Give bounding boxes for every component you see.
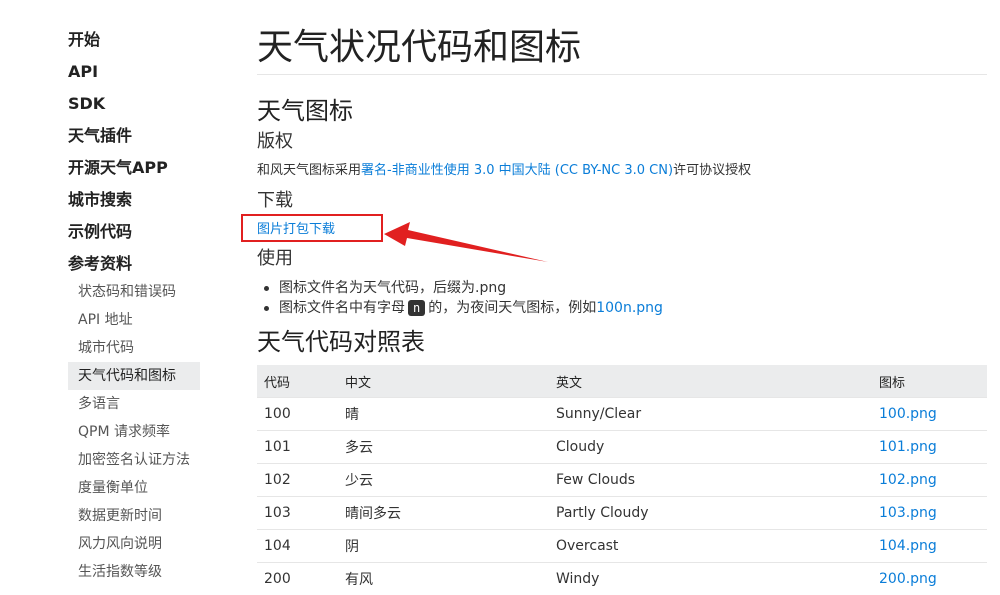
icon-file-link[interactable]: 103.png xyxy=(879,505,937,521)
arrow-shape xyxy=(384,222,548,262)
cell-icon: 104.png xyxy=(872,530,987,563)
example-link[interactable]: 100n.png xyxy=(596,300,663,316)
column-header-english: 英文 xyxy=(549,365,872,398)
nav-item-city-search[interactable]: 城市搜索 xyxy=(68,184,132,216)
cell-icon: 101.png xyxy=(872,431,987,464)
cell-chinese: 多云 xyxy=(338,431,549,464)
copyright-prefix: 和风天气图标采用 xyxy=(257,163,361,178)
title-divider xyxy=(257,74,987,75)
highlight-box xyxy=(241,214,383,242)
nav-item-open-source-app[interactable]: 开源天气APP xyxy=(68,152,168,184)
cell-english: Windy xyxy=(549,563,872,595)
cell-chinese: 晴 xyxy=(338,398,549,431)
icon-file-link[interactable]: 101.png xyxy=(879,439,937,455)
nav-item-reference[interactable]: 参考资料 xyxy=(68,248,132,280)
cell-code: 104 xyxy=(257,530,338,563)
usage-item-1: 图标文件名为天气代码，后缀为.png xyxy=(279,278,663,298)
cell-code: 102 xyxy=(257,464,338,497)
usage-list: 图标文件名为天气代码，后缀为.png 图标文件名中有字母n的，为夜间天气图标，例… xyxy=(279,278,663,318)
cell-code: 103 xyxy=(257,497,338,530)
cell-icon: 102.png xyxy=(872,464,987,497)
cell-icon: 103.png xyxy=(872,497,987,530)
copyright-text: 和风天气图标采用署名-非商业性使用 3.0 中国大陆 (CC BY-NC 3.0… xyxy=(257,161,751,181)
cell-code: 101 xyxy=(257,431,338,464)
cell-english: Partly Cloudy xyxy=(549,497,872,530)
table-row: 102 少云 Few Clouds 102.png xyxy=(257,464,987,497)
license-link[interactable]: 署名-非商业性使用 3.0 中国大陆 (CC BY-NC 3.0 CN) xyxy=(361,163,673,178)
cell-english: Overcast xyxy=(549,530,872,563)
cell-code: 200 xyxy=(257,563,338,595)
sub-item-api-address[interactable]: API 地址 xyxy=(68,306,200,334)
sub-item-qpm[interactable]: QPM 请求频率 xyxy=(68,418,200,446)
usage-2-prefix: 图标文件名中有字母 xyxy=(279,300,405,316)
cell-icon: 200.png xyxy=(872,563,987,595)
nav-item-weather-plugin[interactable]: 天气插件 xyxy=(68,120,132,152)
table-row: 103 晴间多云 Partly Cloudy 103.png xyxy=(257,497,987,530)
table-row: 101 多云 Cloudy 101.png xyxy=(257,431,987,464)
sub-item-status-codes[interactable]: 状态码和错误码 xyxy=(68,278,200,306)
icon-file-link[interactable]: 104.png xyxy=(879,538,937,554)
cell-chinese: 阴 xyxy=(338,530,549,563)
icon-file-link[interactable]: 102.png xyxy=(879,472,937,488)
nav-item-sample-code[interactable]: 示例代码 xyxy=(68,216,132,248)
table-row: 100 晴 Sunny/Clear 100.png xyxy=(257,398,987,431)
cell-code: 100 xyxy=(257,398,338,431)
sidebar-nav: 开始 API SDK 天气插件 开源天气APP 城市搜索 示例代码 参考资料 状… xyxy=(0,0,210,580)
red-arrow-annotation xyxy=(380,220,550,270)
column-header-code: 代码 xyxy=(257,365,338,398)
cell-english: Cloudy xyxy=(549,431,872,464)
cell-english: Few Clouds xyxy=(549,464,872,497)
table-row: 200 有风 Windy 200.png xyxy=(257,563,987,595)
cell-chinese: 晴间多云 xyxy=(338,497,549,530)
nav-item-sdk[interactable]: SDK xyxy=(68,88,105,120)
column-header-chinese: 中文 xyxy=(338,365,549,398)
cell-english: Sunny/Clear xyxy=(549,398,872,431)
sub-item-signature[interactable]: 加密签名认证方法 xyxy=(68,446,200,474)
download-heading: 下载 xyxy=(257,189,293,213)
column-header-icon: 图标 xyxy=(872,365,987,398)
nav-item-api[interactable]: API xyxy=(68,56,98,88)
nav-item-start[interactable]: 开始 xyxy=(68,24,100,56)
usage-item-2: 图标文件名中有字母n的，为夜间天气图标，例如100n.png xyxy=(279,298,663,318)
copyright-suffix: 许可协议授权 xyxy=(673,163,751,178)
sub-item-languages[interactable]: 多语言 xyxy=(68,390,200,418)
main-content: 天气状况代码和图标 天气图标 版权 和风天气图标采用署名-非商业性使用 3.0 … xyxy=(257,0,989,580)
usage-heading: 使用 xyxy=(257,247,293,271)
icons-heading: 天气图标 xyxy=(257,95,353,127)
usage-2-mid: 的，为夜间天气图标，例如 xyxy=(428,300,596,316)
cell-chinese: 有风 xyxy=(338,563,549,595)
sub-item-wind[interactable]: 风力风向说明 xyxy=(68,530,200,558)
code-table-heading: 天气代码对照表 xyxy=(257,326,425,358)
code-chip: n xyxy=(408,300,425,316)
cell-chinese: 少云 xyxy=(338,464,549,497)
table-row: 104 阴 Overcast 104.png xyxy=(257,530,987,563)
sub-item-city-code[interactable]: 城市代码 xyxy=(68,334,200,362)
weather-code-table: 代码 中文 英文 图标 100 晴 Sunny/Clear 100.png 10… xyxy=(257,365,987,595)
page-title: 天气状况代码和图标 xyxy=(257,24,581,72)
table-header-row: 代码 中文 英文 图标 xyxy=(257,365,987,398)
sub-item-units[interactable]: 度量衡单位 xyxy=(68,474,200,502)
copyright-heading: 版权 xyxy=(257,130,293,154)
sub-item-update-time[interactable]: 数据更新时间 xyxy=(68,502,200,530)
sub-item-weather-icons[interactable]: 天气代码和图标 xyxy=(68,362,200,390)
icon-file-link[interactable]: 200.png xyxy=(879,571,937,587)
icon-file-link[interactable]: 100.png xyxy=(879,406,937,422)
cell-icon: 100.png xyxy=(872,398,987,431)
download-link-wrap: 图片打包下载 xyxy=(257,220,335,240)
sub-item-life-index[interactable]: 生活指数等级 xyxy=(68,558,200,586)
